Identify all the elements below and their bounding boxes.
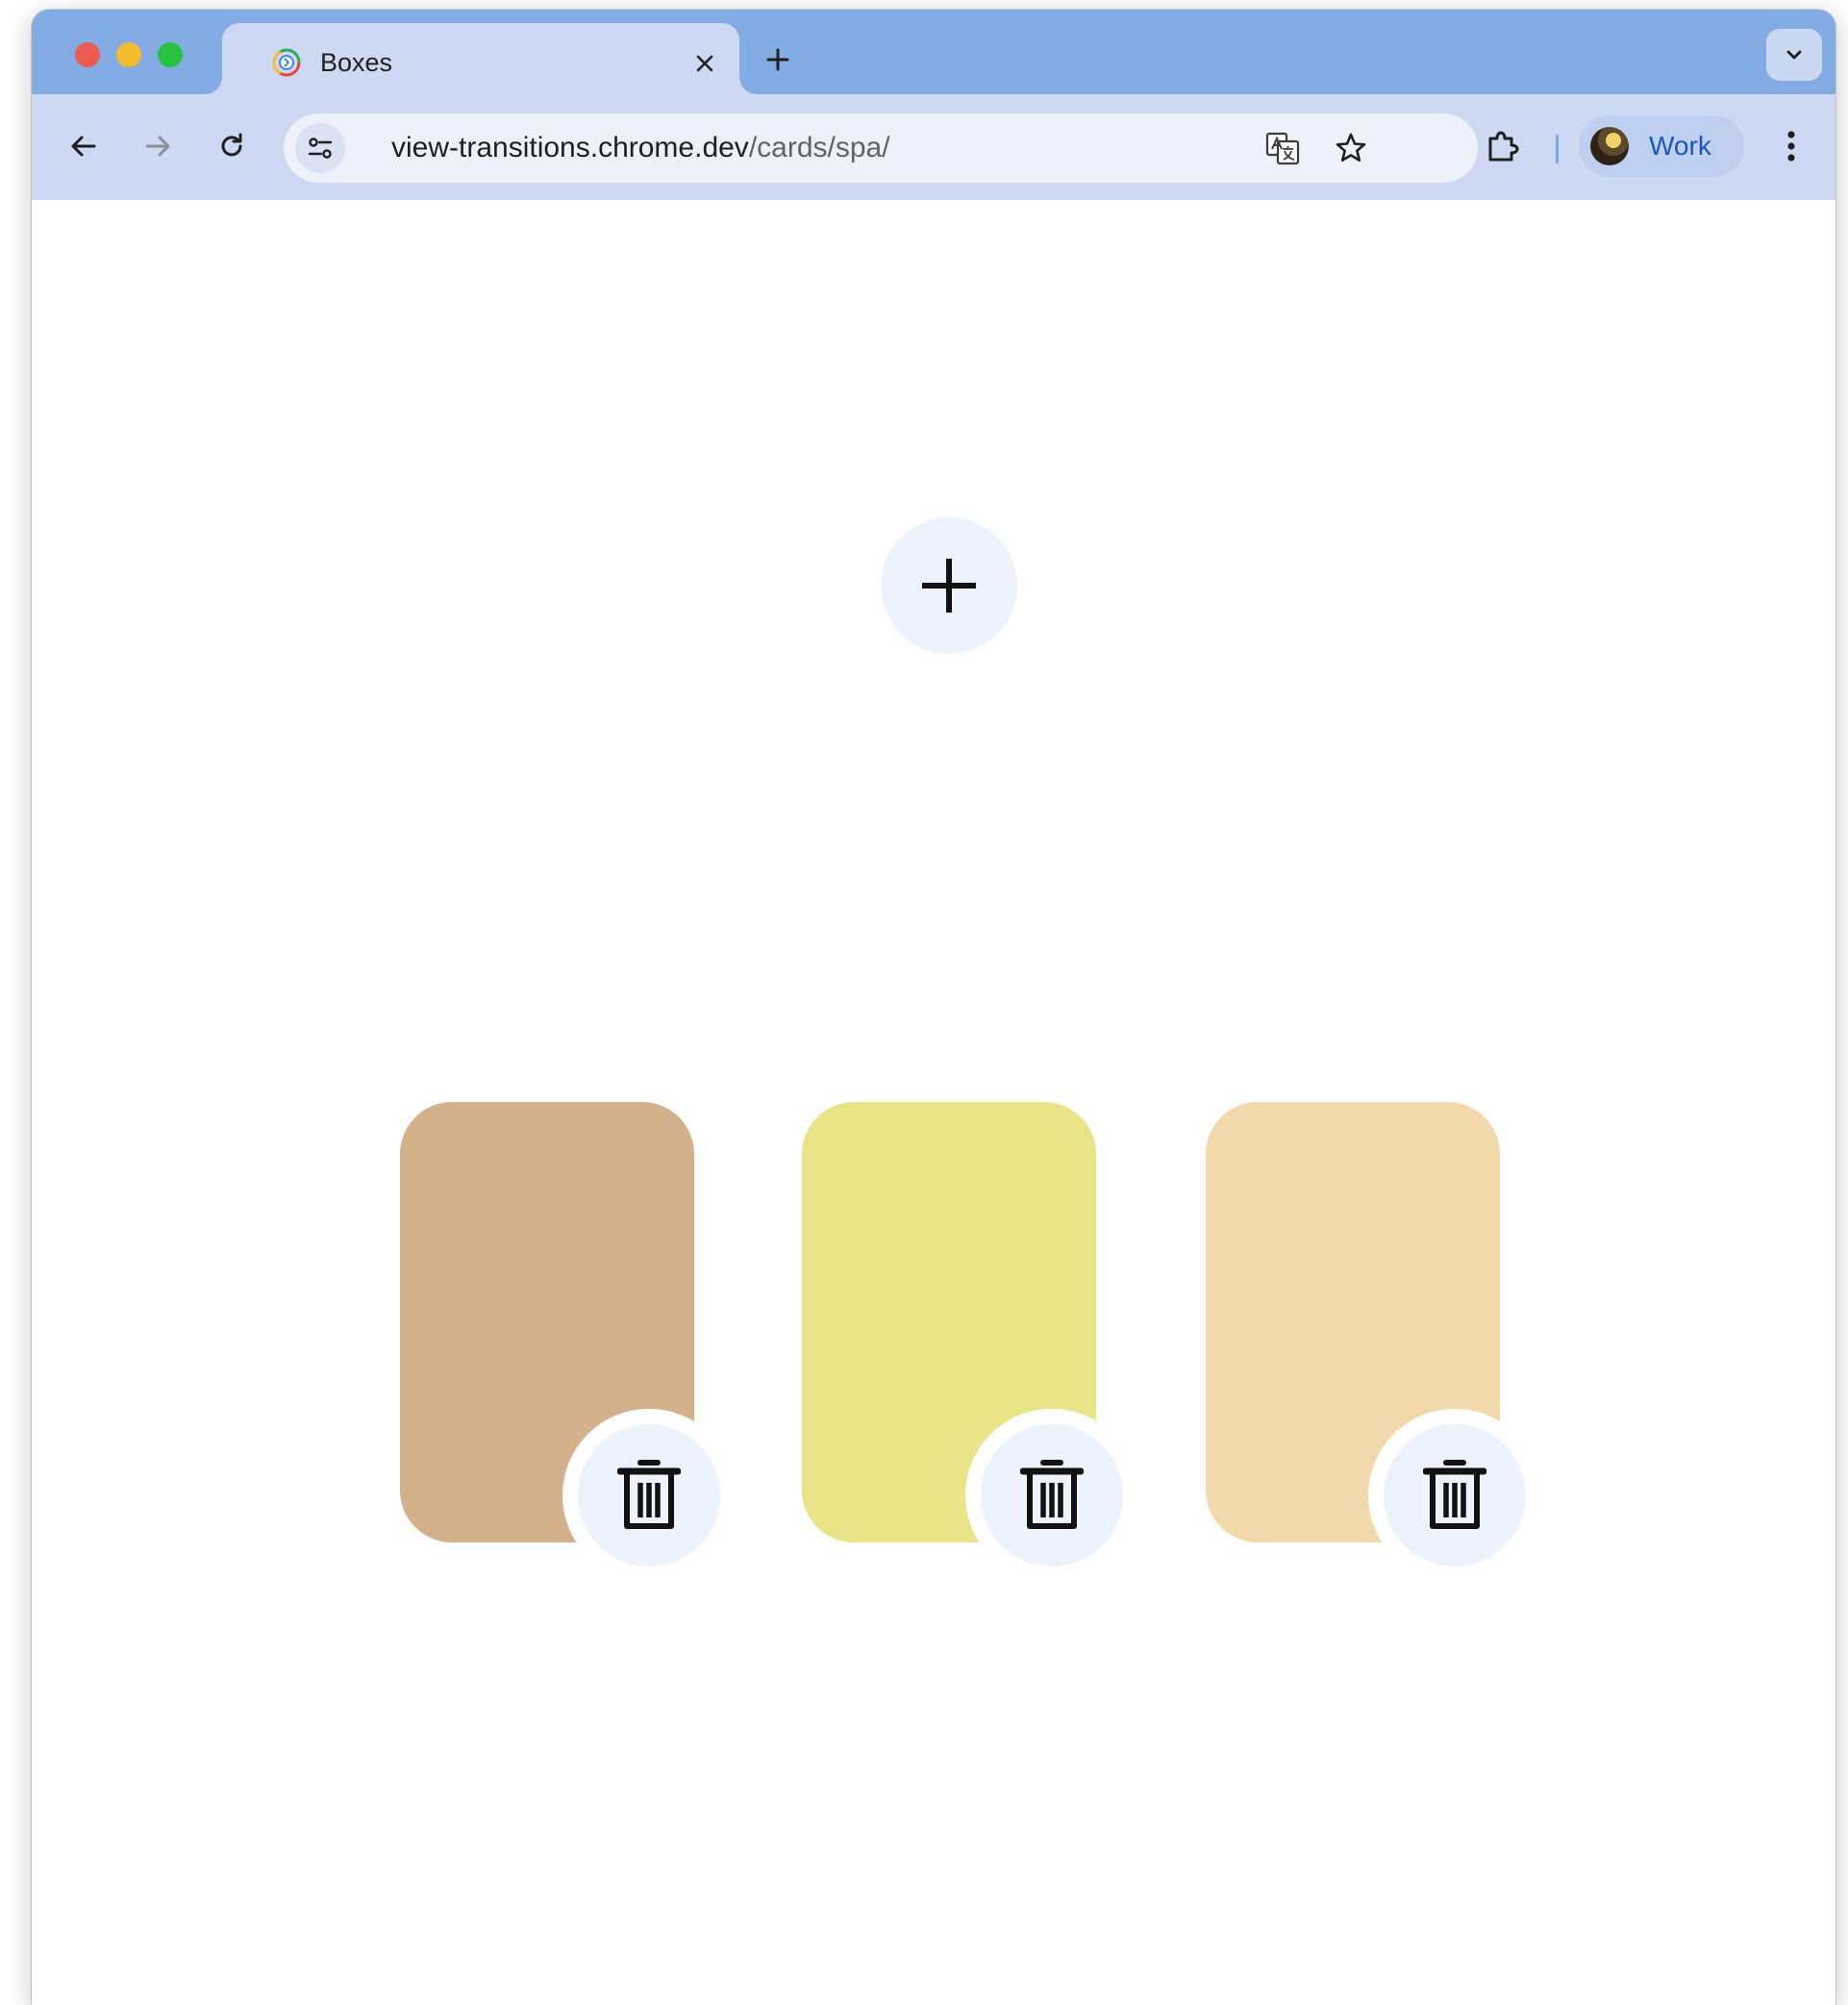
bookmark-star-icon[interactable]: [1328, 125, 1374, 171]
plus-icon: [922, 559, 976, 613]
close-icon[interactable]: [687, 46, 722, 81]
tab-search-button[interactable]: [1766, 29, 1822, 81]
profile-label: Work: [1649, 131, 1711, 161]
puzzle-icon: [1488, 131, 1519, 162]
translate-icon[interactable]: [1260, 125, 1306, 171]
site-info-button[interactable]: [295, 123, 345, 173]
trash-icon: [1423, 1460, 1486, 1529]
toolbar-divider: [1556, 135, 1559, 163]
reload-button[interactable]: [207, 121, 257, 171]
profile-button[interactable]: Work: [1579, 115, 1744, 177]
window-minimize-button[interactable]: [116, 42, 141, 67]
browser-menu-button[interactable]: [1766, 121, 1816, 171]
trash-icon: [617, 1460, 681, 1529]
delete-card-button[interactable]: [981, 1424, 1123, 1566]
forward-button[interactable]: [133, 121, 183, 171]
reload-icon: [221, 133, 242, 157]
browser-window: Boxes view-transitions.chrome.dev/cards/…: [32, 10, 1836, 2005]
plus-icon: [766, 48, 789, 71]
url-path: /cards/spa/: [748, 132, 890, 163]
tab-boxes[interactable]: Boxes: [222, 23, 739, 104]
back-button[interactable]: [59, 121, 109, 171]
url-text[interactable]: view-transitions.chrome.dev/cards/spa/: [391, 131, 890, 165]
tab-title: Boxes: [320, 48, 393, 77]
new-tab-button[interactable]: [759, 40, 797, 79]
address-bar[interactable]: view-transitions.chrome.dev/cards/spa/: [284, 113, 1478, 183]
page-content: [32, 200, 1836, 2005]
extensions-button[interactable]: [1477, 121, 1527, 171]
tune-icon: [308, 138, 333, 159]
arrow-right-icon: [145, 136, 170, 157]
browser-toolbar: view-transitions.chrome.dev/cards/spa/ W…: [32, 94, 1836, 200]
kebab-menu-icon: [1787, 131, 1795, 162]
tab-strip: Boxes: [32, 10, 1836, 104]
delete-card-button[interactable]: [1384, 1424, 1526, 1566]
url-host: view-transitions.chrome.dev: [391, 132, 749, 163]
delete-card-button[interactable]: [578, 1424, 720, 1566]
trash-icon: [1020, 1460, 1084, 1529]
window-close-button[interactable]: [75, 42, 100, 67]
avatar: [1590, 127, 1629, 165]
chrome-dev-icon: [272, 48, 301, 77]
chevron-down-icon: [1786, 50, 1802, 60]
add-card-button[interactable]: [881, 517, 1017, 654]
arrow-left-icon: [71, 136, 96, 157]
window-maximize-button[interactable]: [158, 42, 183, 67]
